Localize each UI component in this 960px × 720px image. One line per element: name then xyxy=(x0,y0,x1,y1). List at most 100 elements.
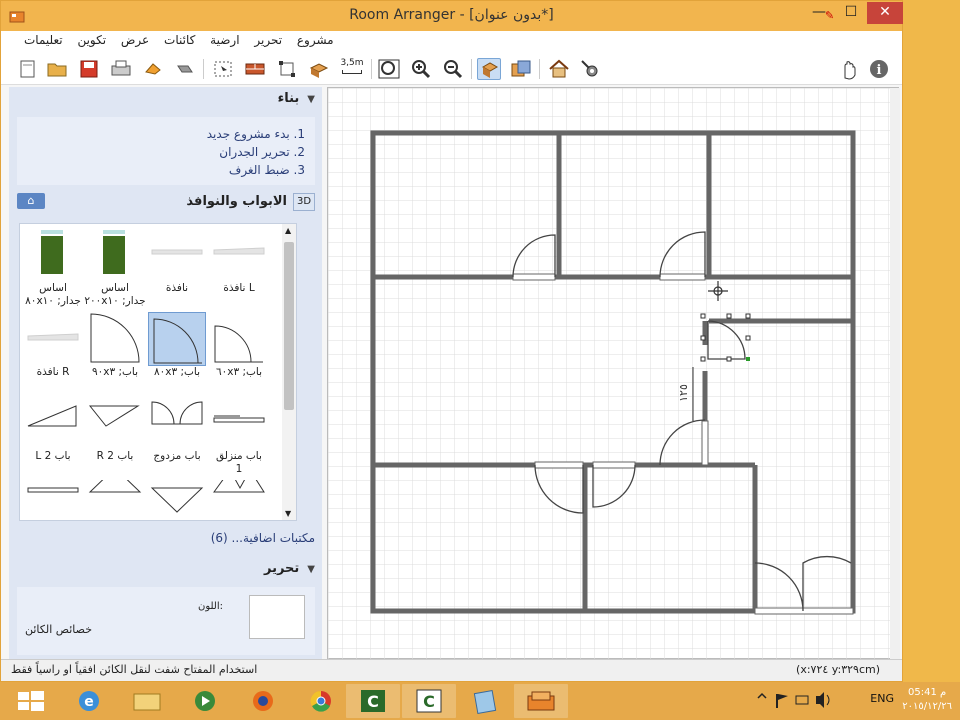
library-item-label: باب; ٨٠x٣ xyxy=(153,366,201,378)
svg-text:C: C xyxy=(423,692,435,711)
open-folder-icon[interactable] xyxy=(45,58,69,80)
maximize-button[interactable]: ☐ xyxy=(837,2,865,24)
measure-icon[interactable]: 3,5m xyxy=(339,58,365,80)
library-item-label: L نافذة xyxy=(223,282,255,294)
redo-icon[interactable] xyxy=(173,58,197,80)
library-item[interactable]: اساس جدار; ٢٠٠x١٠ xyxy=(84,228,146,312)
library-item[interactable]: اساس جدار; ٨٠x١٠ xyxy=(24,228,82,312)
edit-panel-header[interactable]: ▼ تحرير xyxy=(17,561,315,587)
zoom-in-icon[interactable] xyxy=(409,58,433,80)
library-3d-button[interactable]: 3D xyxy=(293,193,315,211)
3d-view-icon[interactable] xyxy=(509,58,533,80)
internet-explorer-icon[interactable]: e xyxy=(62,684,116,718)
library-item-label: R نافذة xyxy=(36,366,70,378)
wall-icon[interactable] xyxy=(243,58,267,80)
build-step-3[interactable]: 3. ضبط الغرف xyxy=(27,161,305,179)
library-item-selected[interactable]: باب; ٨٠x٣ xyxy=(148,312,206,396)
library-item-label: باب مزدوج xyxy=(153,450,201,462)
library-item[interactable]: باب مزدوج xyxy=(148,396,206,480)
window-title: Room Arranger - [بدون عنوان*] xyxy=(349,7,554,23)
build-steps: 1. بدء مشروع جديد 2. تحرير الجدران 3. ضب… xyxy=(17,117,315,185)
camtasia-icon[interactable]: C xyxy=(346,684,400,718)
library-item[interactable]: باب منزلق 1 xyxy=(210,396,268,480)
zoom-fit-icon[interactable] xyxy=(377,58,401,80)
build-step-1[interactable]: 1. بدء مشروع جديد xyxy=(27,125,305,143)
menu-view[interactable]: عرض xyxy=(121,33,149,47)
library-item[interactable]: باب; ٦٠x٣ xyxy=(210,312,268,396)
more-libraries-link[interactable]: مكتبات اضافية... (6) xyxy=(17,531,315,545)
menu-floor[interactable]: ارضية xyxy=(210,33,239,47)
move-cursor-icon xyxy=(708,281,728,301)
library-item-label: نافذة xyxy=(165,282,189,294)
zoom-out-icon[interactable] xyxy=(441,58,465,80)
color-label: اللون: xyxy=(197,601,223,612)
scroll-down-icon[interactable]: ▼ xyxy=(285,509,291,518)
info-icon[interactable]: i xyxy=(867,58,891,80)
build-step-2[interactable]: 2. تحرير الجدران xyxy=(27,143,305,161)
menu-project[interactable]: مشروع xyxy=(297,33,334,47)
collapse-arrow-icon[interactable]: ▼ xyxy=(307,94,315,105)
library-item[interactable] xyxy=(148,480,206,520)
library-item-label: باب منزلق xyxy=(216,450,262,462)
app-window: Room Arranger - [بدون عنوان*] ✎ — ☐ ✕ مش… xyxy=(0,0,903,682)
camtasia-recorder-icon[interactable]: C xyxy=(402,684,456,718)
library-home-icon[interactable]: ⌂ xyxy=(17,193,45,209)
select-icon[interactable] xyxy=(211,58,235,80)
object-properties-link[interactable]: خصائص الكائن xyxy=(25,623,92,636)
firefox-icon[interactable] xyxy=(236,684,290,718)
library-item[interactable] xyxy=(210,469,268,520)
scroll-thumb[interactable] xyxy=(284,242,294,410)
room-arranger-icon[interactable] xyxy=(514,684,568,718)
language-indicator[interactable]: ENG xyxy=(870,692,894,705)
library-item[interactable]: باب 2 L xyxy=(24,396,82,480)
taskbar: e C C ENG م 05:41 ٢٠١٥/١٢/٢٦ xyxy=(0,682,960,720)
close-button[interactable]: ✕ xyxy=(867,2,903,24)
object-icon[interactable] xyxy=(307,58,331,80)
collapse-arrow-icon[interactable]: ▼ xyxy=(307,564,315,575)
new-icon[interactable] xyxy=(15,58,39,80)
library-item-label: باب 2 R xyxy=(96,450,134,462)
menu-config[interactable]: تكوين xyxy=(77,33,106,47)
minimize-button[interactable]: — xyxy=(805,2,833,24)
menu-objects[interactable]: كائنات xyxy=(164,33,195,47)
undo-icon[interactable] xyxy=(141,58,165,80)
library-item[interactable]: L نافذة xyxy=(210,228,268,312)
measure-label: 3,5m xyxy=(340,58,364,68)
library-item-sub: جدار; ٨٠x١٠ xyxy=(25,295,81,307)
resize-icon[interactable] xyxy=(275,58,299,80)
library-item[interactable] xyxy=(86,467,144,520)
2d-view-icon[interactable] xyxy=(477,58,501,80)
windows-start-icon[interactable] xyxy=(4,684,58,718)
media-player-icon[interactable] xyxy=(178,684,232,718)
library-item[interactable] xyxy=(24,480,82,520)
library-item[interactable]: باب 2 R xyxy=(86,396,144,480)
menu-help[interactable]: تعليمات xyxy=(24,33,63,47)
save-icon[interactable] xyxy=(77,58,101,80)
notepad-icon[interactable] xyxy=(458,684,512,718)
hand-icon[interactable] xyxy=(837,58,861,80)
sidebar: ▼ بناء 1. بدء مشروع جديد 2. تحرير الجدران… xyxy=(9,87,322,659)
edit-title: تحرير xyxy=(263,561,300,576)
library-item[interactable]: باب; ٩٠x٣ xyxy=(86,312,144,396)
floor-plan[interactable]: ١٢٥ xyxy=(335,93,895,653)
menu-edit[interactable]: تحرير xyxy=(254,33,282,47)
print-icon[interactable] xyxy=(109,58,133,80)
chrome-icon[interactable] xyxy=(294,684,348,718)
scroll-up-icon[interactable]: ▲ xyxy=(285,226,291,235)
file-explorer-icon[interactable] xyxy=(120,684,174,718)
cursor-coordinates: (x:٧٢٤ y:٣٢٩cm) xyxy=(796,663,880,676)
clock[interactable]: م 05:41 ٢٠١٥/١٢/٢٦ xyxy=(902,686,952,714)
build-panel-header[interactable]: ▼ بناء xyxy=(17,91,315,117)
clock-time: م 05:41 xyxy=(908,687,947,698)
library-item[interactable]: R نافذة xyxy=(24,312,82,396)
color-swatch[interactable] xyxy=(249,595,305,639)
house-icon[interactable] xyxy=(547,58,571,80)
library-item[interactable]: نافذة xyxy=(148,228,206,312)
library-title: الابواب والنوافذ xyxy=(186,194,287,209)
title-bar[interactable]: Room Arranger - [بدون عنوان*] ✎ — ☐ ✕ xyxy=(1,1,903,31)
library-item-label: اساس xyxy=(39,282,67,294)
settings-icon[interactable] xyxy=(579,58,603,80)
library-header: ⌂ الابواب والنوافذ 3D xyxy=(17,191,315,213)
toolbar: 3,5m i xyxy=(1,53,902,85)
library-scrollbar[interactable]: ▲ ▼ xyxy=(282,224,296,520)
